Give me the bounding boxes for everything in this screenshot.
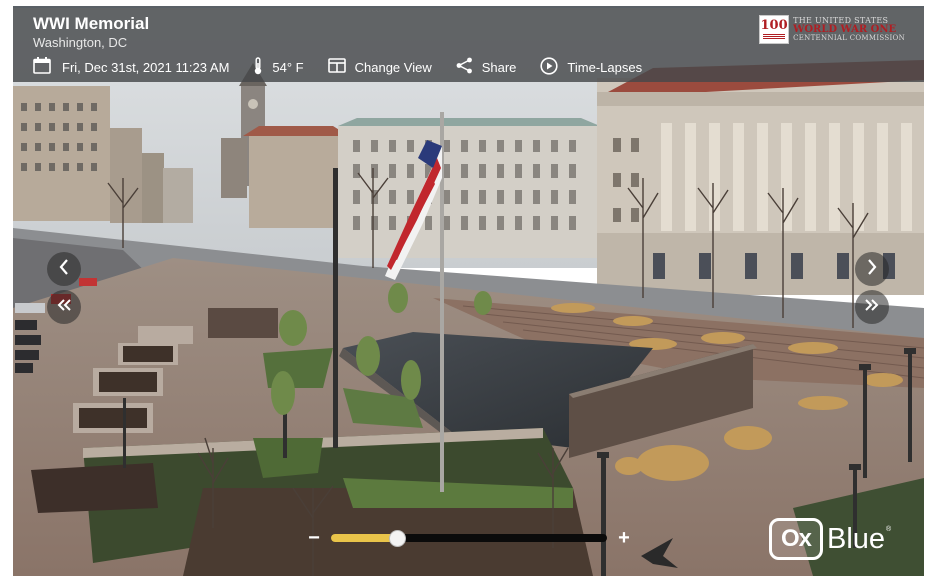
- webcam-image[interactable]: [13, 8, 924, 576]
- change-view-label: Change View: [354, 59, 432, 75]
- zoom-control: − +: [305, 526, 635, 550]
- flag-stripes: [763, 34, 786, 40]
- split-view-icon: [327, 58, 355, 76]
- play-circle-icon: [540, 56, 567, 78]
- rewind-button[interactable]: [47, 290, 81, 324]
- registered-mark: ®: [886, 526, 892, 533]
- thermometer-icon: [253, 56, 272, 78]
- temperature-text: 54° F: [272, 59, 304, 75]
- datetime-text: Fri, Dec 31st, 2021 11:23 AM: [62, 59, 230, 75]
- double-chevron-left-icon: [56, 298, 72, 317]
- timelapses-button[interactable]: Time-Lapses: [540, 56, 643, 78]
- calendar-icon: [33, 57, 62, 77]
- zoom-slider-handle[interactable]: [389, 530, 407, 547]
- zoom-slider-fill: [331, 534, 398, 542]
- camera-location: Washington, DC: [33, 35, 128, 50]
- temperature-display: 54° F: [253, 56, 304, 78]
- chevron-right-icon: [866, 258, 878, 281]
- centennial-commission-logo: 100 THE UNITED STATES WORLD WAR ONE CENT…: [759, 15, 905, 44]
- fast-forward-button[interactable]: [855, 290, 889, 324]
- logo-wordmark: THE UNITED STATES WORLD WAR ONE CENTENNI…: [793, 16, 905, 43]
- oxblue-logo-box: Ox: [769, 518, 823, 560]
- chevron-left-icon: [58, 258, 70, 281]
- next-camera-button[interactable]: [855, 252, 889, 286]
- oxblue-logo-word: Blue: [827, 522, 886, 555]
- zoom-slider-track[interactable]: [331, 530, 607, 547]
- zoom-in-button[interactable]: +: [615, 526, 633, 550]
- logo-line-3: CENTENNIAL COMMISSION: [793, 34, 905, 42]
- centennial-badge: 100: [759, 15, 790, 44]
- previous-camera-button[interactable]: [47, 252, 81, 286]
- zoom-out-button[interactable]: −: [305, 526, 323, 550]
- centennial-badge-number: 100: [760, 18, 788, 33]
- camera-info-bar: WWI Memorial Washington, DC Fri, Dec 31s…: [13, 8, 924, 82]
- timelapses-label: Time-Lapses: [567, 59, 643, 75]
- datetime-display: Fri, Dec 31st, 2021 11:23 AM: [33, 57, 229, 77]
- oxblue-watermark: Ox Blue ®: [769, 518, 891, 560]
- double-chevron-right-icon: [864, 298, 880, 317]
- share-button[interactable]: Share: [456, 57, 517, 77]
- share-label: Share: [481, 59, 517, 75]
- webcam-viewer: WWI Memorial Washington, DC Fri, Dec 31s…: [13, 6, 924, 576]
- share-icon: [456, 57, 482, 77]
- change-view-button[interactable]: Change View: [327, 58, 432, 76]
- camera-title: WWI Memorial: [33, 14, 150, 33]
- logo-line-2: WORLD WAR ONE: [793, 24, 897, 35]
- camera-toolbar: Fri, Dec 31st, 2021 11:23 AM 54° F Chang…: [33, 56, 666, 78]
